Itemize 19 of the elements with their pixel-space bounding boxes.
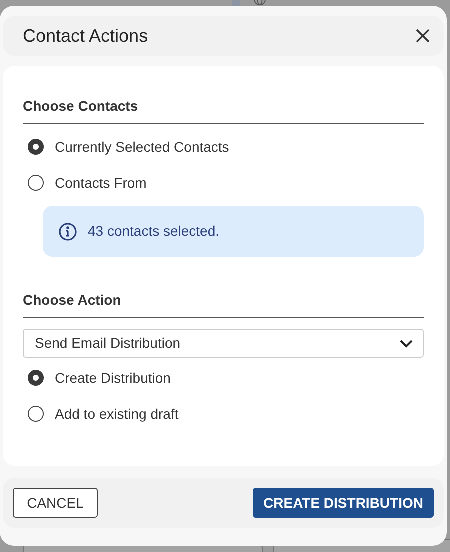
create-distribution-button[interactable]: CREATE DISTRIBUTION <box>253 488 434 518</box>
chevron-down-icon <box>400 340 413 348</box>
radio-label: Contacts From <box>55 174 147 192</box>
backdrop-toolbar <box>232 0 240 6</box>
dialog-title: Contact Actions <box>23 24 148 48</box>
action-dropdown[interactable]: Send Email Distribution <box>23 329 424 358</box>
radio-button[interactable] <box>28 139 44 155</box>
radio-label: Create Distribution <box>55 368 171 388</box>
radio-button[interactable] <box>28 175 44 191</box>
radio-label: Add to existing draft <box>55 404 179 424</box>
info-message: 43 contacts selected. <box>88 222 220 241</box>
radio-button[interactable] <box>28 370 44 386</box>
radio-button[interactable] <box>28 406 44 422</box>
close-icon[interactable] <box>416 29 430 43</box>
info-icon <box>59 222 77 240</box>
cancel-button[interactable]: CANCEL <box>13 488 98 518</box>
section-heading: Choose Contacts <box>23 96 424 124</box>
section-heading: Choose Action <box>23 290 424 318</box>
radio-label: Currently Selected Contacts <box>55 138 230 157</box>
